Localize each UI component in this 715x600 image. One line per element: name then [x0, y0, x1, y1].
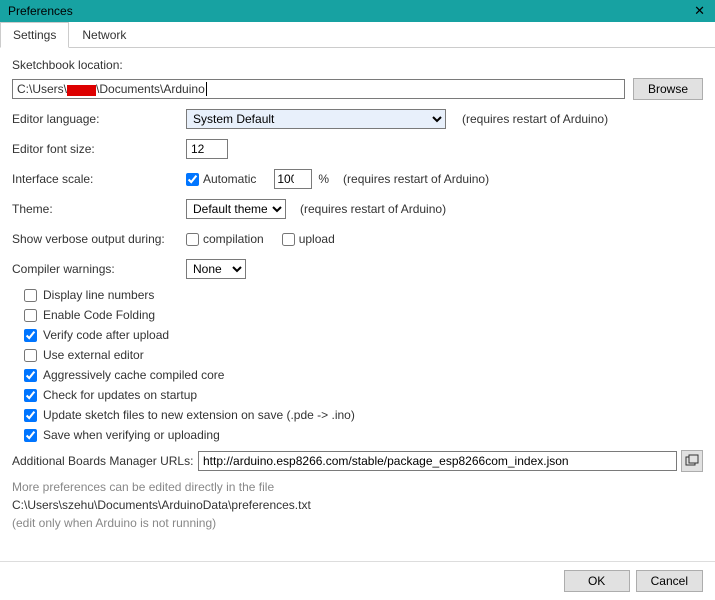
- verbose-output-label: Show verbose output during:: [12, 232, 186, 246]
- pref-checkbox-5[interactable]: [24, 389, 37, 402]
- verbose-upload-checkbox[interactable]: [282, 233, 295, 246]
- editor-language-label: Editor language:: [12, 112, 186, 126]
- language-restart-note: (requires restart of Arduino): [462, 112, 608, 126]
- more-prefs-line2: (edit only when Arduino is not running): [12, 516, 703, 530]
- theme-restart-note: (requires restart of Arduino): [300, 202, 446, 216]
- tabs: Settings Network: [0, 22, 715, 48]
- pref-checkbox-2[interactable]: [24, 329, 37, 342]
- settings-panel: Sketchbook location: C:\Users\xxxxx\Docu…: [0, 48, 715, 540]
- editor-language-select[interactable]: System Default: [186, 109, 446, 129]
- pref-check-row: Display line numbers: [12, 288, 703, 302]
- cancel-button[interactable]: Cancel: [636, 570, 703, 592]
- scale-automatic-checkbox[interactable]: [186, 173, 199, 186]
- boards-urls-input[interactable]: [198, 451, 677, 471]
- more-prefs-line1: More preferences can be edited directly …: [12, 480, 703, 494]
- theme-select[interactable]: Default theme: [186, 199, 286, 219]
- verbose-compilation-label: compilation: [203, 232, 264, 246]
- pref-check-row: Check for updates on startup: [12, 388, 703, 402]
- pref-checkbox-7[interactable]: [24, 429, 37, 442]
- editor-fontsize-label: Editor font size:: [12, 142, 186, 156]
- pref-check-row: Aggressively cache compiled core: [12, 368, 703, 382]
- pref-checkbox-label: Display line numbers: [43, 288, 154, 302]
- interface-scale-label: Interface scale:: [12, 172, 186, 186]
- pref-checkbox-6[interactable]: [24, 409, 37, 422]
- dialog-footer: OK Cancel: [0, 561, 715, 600]
- compiler-warnings-label: Compiler warnings:: [12, 262, 186, 276]
- scale-automatic-label: Automatic: [203, 172, 256, 186]
- scale-percent-input[interactable]: [274, 169, 312, 189]
- pref-checkbox-0[interactable]: [24, 289, 37, 302]
- boards-urls-label: Additional Boards Manager URLs:: [12, 454, 198, 468]
- prefs-file-path[interactable]: C:\Users\szehu\Documents\ArduinoData\pre…: [12, 498, 703, 512]
- scale-percent-sign: %: [318, 172, 329, 186]
- pref-checkbox-4[interactable]: [24, 369, 37, 382]
- pref-check-row: Update sketch files to new extension on …: [12, 408, 703, 422]
- pref-checkbox-label: Check for updates on startup: [43, 388, 197, 402]
- pref-check-row: Use external editor: [12, 348, 703, 362]
- pref-checkbox-3[interactable]: [24, 349, 37, 362]
- verbose-compilation-checkbox[interactable]: [186, 233, 199, 246]
- boards-urls-expand-button[interactable]: [681, 450, 703, 472]
- pref-checkbox-label: Update sketch files to new extension on …: [43, 408, 355, 422]
- close-icon[interactable]: ✕: [690, 3, 709, 19]
- browse-button[interactable]: Browse: [633, 78, 703, 100]
- editor-fontsize-input[interactable]: [186, 139, 228, 159]
- pref-checkbox-label: Enable Code Folding: [43, 308, 155, 322]
- pref-check-row: Enable Code Folding: [12, 308, 703, 322]
- theme-label: Theme:: [12, 202, 186, 216]
- sketchbook-location-label: Sketchbook location:: [12, 58, 703, 72]
- tab-settings[interactable]: Settings: [0, 22, 69, 48]
- pref-checkbox-label: Use external editor: [43, 348, 144, 362]
- pref-check-row: Verify code after upload: [12, 328, 703, 342]
- scale-restart-note: (requires restart of Arduino): [343, 172, 489, 186]
- compiler-warnings-select[interactable]: None: [186, 259, 246, 279]
- pref-checkbox-label: Verify code after upload: [43, 328, 169, 342]
- ok-button[interactable]: OK: [564, 570, 630, 592]
- tab-network[interactable]: Network: [69, 22, 139, 48]
- sketchbook-location-input[interactable]: [12, 79, 625, 99]
- window-icon: [685, 454, 699, 468]
- pref-check-row: Save when verifying or uploading: [12, 428, 703, 442]
- pref-checkbox-1[interactable]: [24, 309, 37, 322]
- titlebar: Preferences ✕: [0, 0, 715, 22]
- window-title: Preferences: [8, 4, 73, 18]
- pref-checkbox-label: Aggressively cache compiled core: [43, 368, 224, 382]
- verbose-upload-label: upload: [299, 232, 335, 246]
- pref-checkbox-label: Save when verifying or uploading: [43, 428, 220, 442]
